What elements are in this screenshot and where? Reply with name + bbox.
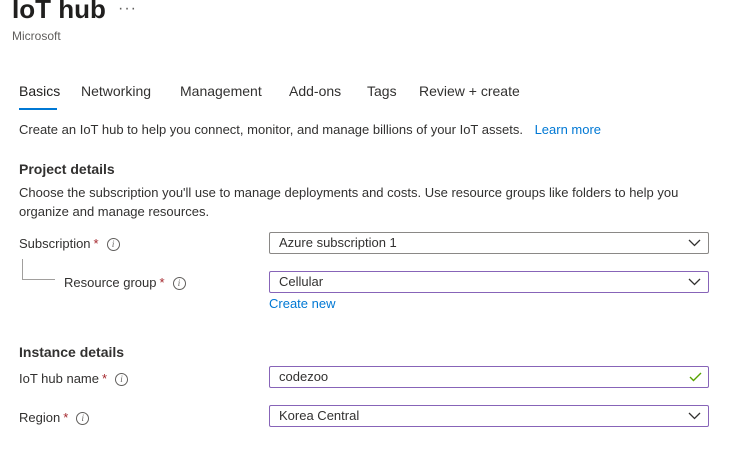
subscription-value: Azure subscription 1 <box>279 235 397 250</box>
learn-more-link[interactable]: Learn more <box>535 122 601 137</box>
tab-add-ons[interactable]: Add-ons <box>289 83 341 99</box>
info-icon[interactable]: i <box>172 277 186 291</box>
project-details-heading: Project details <box>19 161 115 177</box>
instance-details-heading: Instance details <box>19 344 125 360</box>
subscription-label-text: Subscription <box>19 236 91 251</box>
project-details-description: Choose the subscription you'll use to ma… <box>19 185 679 219</box>
resource-group-value: Cellular <box>279 274 324 289</box>
tab-review-create[interactable]: Review + create <box>419 83 520 99</box>
intro-description: Create an IoT hub to help you connect, m… <box>19 122 523 137</box>
checkmark-icon <box>689 367 702 387</box>
tab-tags[interactable]: Tags <box>367 83 397 99</box>
more-icon[interactable]: ··· <box>118 0 137 18</box>
resource-group-label: Resource group * i <box>64 275 186 291</box>
tab-networking[interactable]: Networking <box>81 83 151 99</box>
required-marker: * <box>93 236 99 251</box>
info-icon[interactable]: i <box>76 412 90 426</box>
hub-name-value: codezoo <box>279 369 329 384</box>
resource-group-dropdown[interactable]: Cellular <box>269 271 709 293</box>
info-icon[interactable]: i <box>106 238 120 252</box>
intro-text: Create an IoT hub to help you connect, m… <box>19 122 601 137</box>
chevron-down-icon <box>688 272 701 292</box>
region-dropdown[interactable]: Korea Central <box>269 405 709 427</box>
tree-connector <box>22 259 55 280</box>
hub-name-label: IoT hub name * i <box>19 371 129 387</box>
tab-basics[interactable]: Basics <box>19 83 60 99</box>
required-marker: * <box>101 371 108 386</box>
required-marker: * <box>63 410 69 425</box>
resource-group-label-text: Resource group <box>64 275 157 290</box>
hub-name-input[interactable]: codezoo <box>269 366 709 388</box>
publisher-label: Microsoft <box>12 29 61 43</box>
info-icon[interactable]: i <box>115 373 129 387</box>
create-new-link[interactable]: Create new <box>269 296 335 311</box>
region-label: Region * i <box>19 410 90 426</box>
page-title: IoT hub <box>12 0 106 24</box>
required-marker: * <box>159 275 165 290</box>
tab-management[interactable]: Management <box>180 83 262 99</box>
chevron-down-icon <box>688 406 701 426</box>
region-label-text: Region <box>19 410 61 425</box>
subscription-label: Subscription * i <box>19 236 120 252</box>
active-tab-indicator <box>19 108 57 110</box>
chevron-down-icon <box>688 233 701 253</box>
subscription-dropdown[interactable]: Azure subscription 1 <box>269 232 709 254</box>
hub-name-label-text: IoT hub name <box>19 371 99 386</box>
region-value: Korea Central <box>279 408 360 423</box>
